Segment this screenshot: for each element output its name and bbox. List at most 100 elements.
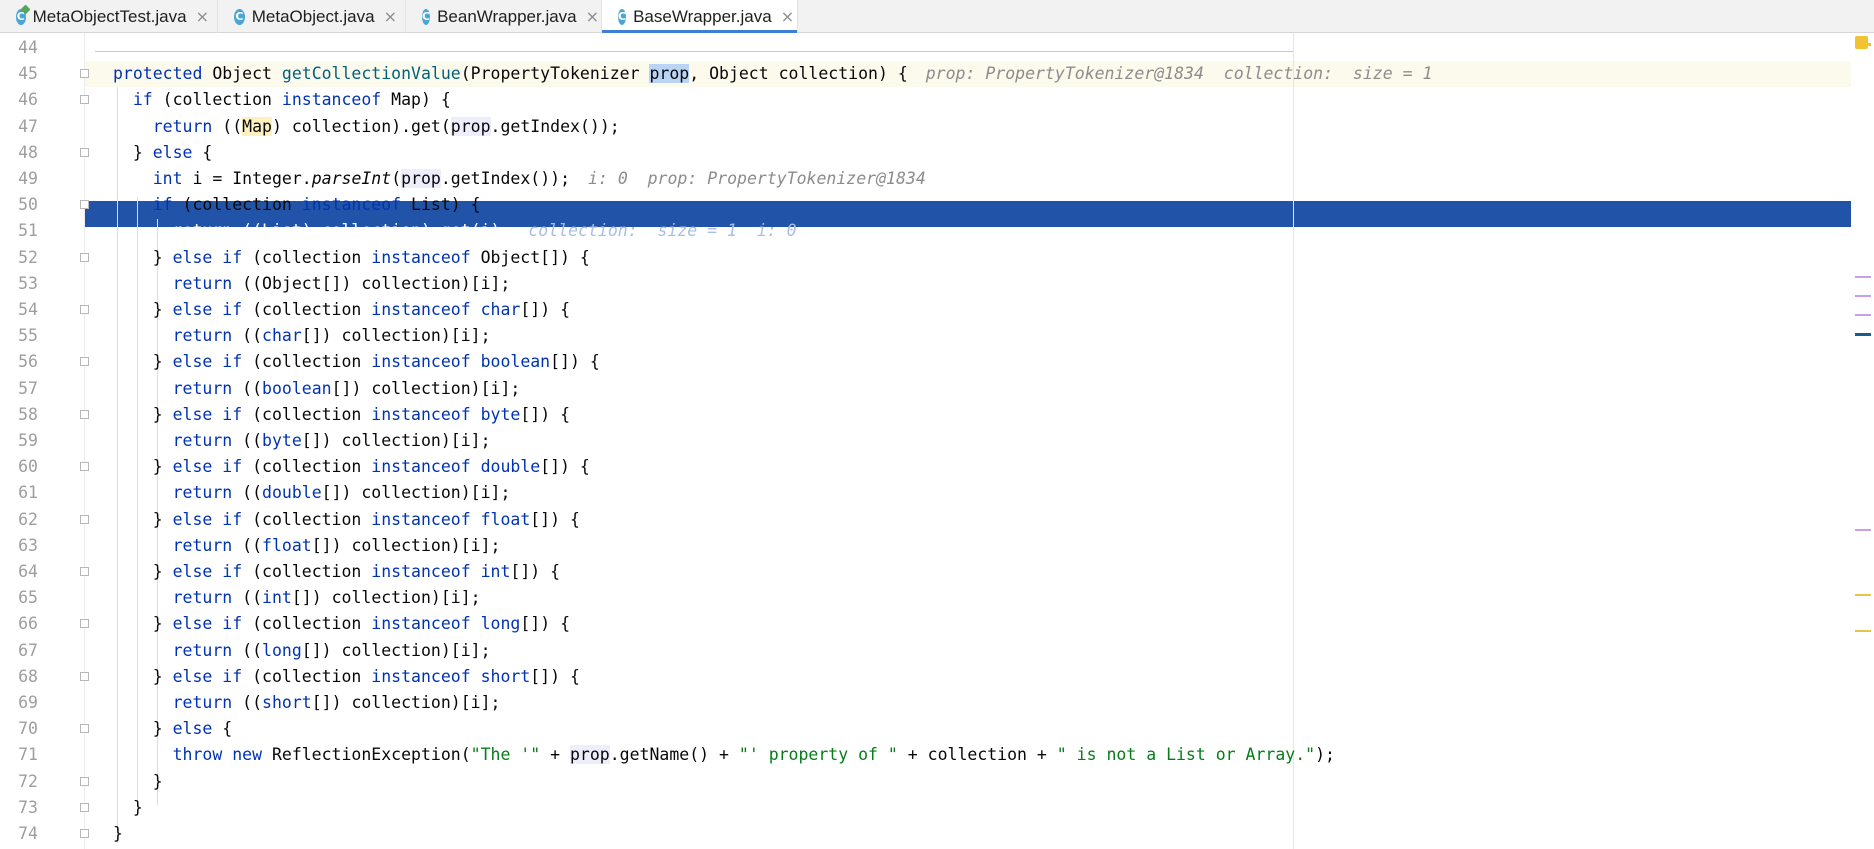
line-number[interactable]: 68 <box>0 664 38 690</box>
line-number[interactable]: 55 <box>0 323 38 349</box>
code-line[interactable]: 74} <box>0 821 1851 847</box>
code-line[interactable]: 56 } else if (collection instanceof bool… <box>0 349 1851 375</box>
fold-marker-icon[interactable] <box>80 305 89 314</box>
fold-marker-icon[interactable] <box>80 69 89 79</box>
close-icon[interactable]: × <box>781 7 794 26</box>
code-text[interactable]: } else { <box>113 716 233 742</box>
line-number[interactable]: 47 <box>0 114 38 140</box>
code-line[interactable]: 45 protected Object getCollectionValue(Pr… <box>0 61 1851 87</box>
code-line[interactable]: 63 return ((float[]) collection)[i]; <box>0 533 1851 559</box>
fold-marker-icon[interactable] <box>80 619 89 629</box>
line-number[interactable]: 46 <box>0 87 38 113</box>
line-number[interactable]: 70 <box>0 716 38 742</box>
code-line[interactable]: 68 } else if (collection instanceof shor… <box>0 664 1851 690</box>
line-number[interactable]: 45 <box>0 61 38 87</box>
code-text[interactable]: } else if (collection instanceof int[]) … <box>113 559 560 585</box>
code-text[interactable]: return ((byte[]) collection)[i]; <box>113 428 491 454</box>
fold-marker-icon[interactable] <box>80 200 89 210</box>
fold-marker-icon[interactable] <box>80 724 89 734</box>
code-line[interactable]: 65 return ((int[]) collection)[i]; <box>0 585 1851 611</box>
code-editor[interactable]: 44 45 protected Object getCollectionValue(… <box>0 33 1874 849</box>
code-line[interactable]: 71 throw new ReflectionException("The '"… <box>0 742 1851 768</box>
editor-scrollbar[interactable] <box>1851 33 1874 849</box>
line-number[interactable]: 52 <box>0 245 38 271</box>
code-line[interactable]: 46 if (collection instanceof Map) { <box>0 87 1851 113</box>
code-text[interactable]: } else if (collection instanceof float[]… <box>113 507 580 533</box>
code-line[interactable]: 67 return ((long[]) collection)[i]; <box>0 638 1851 664</box>
code-line[interactable]: 54 } else if (collection instanceof char… <box>0 297 1851 323</box>
code-line[interactable]: 48 } else { <box>0 140 1851 166</box>
code-text[interactable]: } else if (collection instanceof double[… <box>113 454 590 480</box>
line-number[interactable]: 56 <box>0 349 38 375</box>
code-text[interactable]: } else if (collection instanceof long[])… <box>113 611 570 637</box>
close-icon[interactable]: × <box>384 7 397 26</box>
line-number[interactable]: 50 <box>0 192 38 218</box>
line-number[interactable]: 60 <box>0 454 38 480</box>
usage-marker[interactable] <box>1855 529 1871 531</box>
code-text[interactable]: } else if (collection instanceof boolean… <box>113 349 600 375</box>
code-text[interactable]: return ((boolean[]) collection)[i]; <box>113 376 521 402</box>
line-number[interactable]: 65 <box>0 585 38 611</box>
code-text[interactable]: return ((char[]) collection)[i]; <box>113 323 491 349</box>
tab-basewrapper[interactable]: C BaseWrapper.java × <box>602 0 798 34</box>
code-line[interactable]: 64 } else if (collection instanceof int[… <box>0 559 1851 585</box>
fold-marker-icon[interactable] <box>80 95 89 105</box>
warning-icon[interactable] <box>1855 36 1868 49</box>
tab-beanwrapper[interactable]: C BeanWrapper.java × <box>406 0 602 33</box>
code-line[interactable]: 66 } else if (collection instanceof long… <box>0 611 1851 637</box>
fold-marker-icon[interactable] <box>80 776 89 786</box>
code-text[interactable]: return ((Map) collection).get(prop.getIn… <box>113 114 620 140</box>
code-text[interactable]: if (collection instanceof List) { <box>113 192 481 218</box>
fold-marker-icon[interactable] <box>80 829 89 838</box>
code-text[interactable]: return ((short[]) collection)[i]; <box>113 690 501 716</box>
code-line[interactable]: 50 if (collection instanceof List) { <box>0 192 1851 218</box>
line-number[interactable]: 66 <box>0 611 38 637</box>
code-line[interactable]: 51 return ((List) collection).get(i); col… <box>0 218 1851 244</box>
caret-marker[interactable] <box>1855 333 1871 336</box>
code-text[interactable]: if (collection instanceof Map) { <box>113 87 451 113</box>
fold-marker-icon[interactable] <box>80 671 89 681</box>
code-text[interactable]: return ((List) collection).get(i); collec… <box>113 218 797 244</box>
code-text[interactable]: protected Object getCollectionValue(Prop… <box>113 61 1432 87</box>
code-text[interactable]: } else if (collection instanceof short[]… <box>113 664 580 690</box>
fold-marker-icon[interactable] <box>80 147 89 157</box>
fold-marker-icon[interactable] <box>80 514 89 524</box>
usage-marker[interactable] <box>1855 295 1871 297</box>
code-line[interactable]: 61 return ((double[]) collection)[i]; <box>0 480 1851 506</box>
code-line[interactable]: 55 return ((char[]) collection)[i]; <box>0 323 1851 349</box>
line-number[interactable]: 71 <box>0 742 38 768</box>
code-line[interactable]: 44 <box>0 35 1851 61</box>
code-line[interactable]: 58 } else if (collection instanceof byte… <box>0 402 1851 428</box>
line-number[interactable]: 74 <box>0 821 38 847</box>
code-text[interactable]: } else if (collection instanceof Object[… <box>113 245 590 271</box>
line-number[interactable]: 72 <box>0 769 38 795</box>
line-number[interactable]: 51 <box>0 218 38 244</box>
fold-marker-icon[interactable] <box>80 357 89 367</box>
fold-marker-icon[interactable] <box>80 252 89 262</box>
fold-marker-icon[interactable] <box>80 802 89 812</box>
line-number[interactable]: 49 <box>0 166 38 192</box>
line-number[interactable]: 67 <box>0 638 38 664</box>
line-number[interactable]: 59 <box>0 428 38 454</box>
code-line[interactable]: 47 return ((Map) collection).get(prop.ge… <box>0 114 1851 140</box>
code-text[interactable]: } <box>113 795 143 821</box>
code-text[interactable]: } else if (collection instanceof byte[])… <box>113 402 570 428</box>
code-line[interactable]: 52 } else if (collection instanceof Obje… <box>0 245 1851 271</box>
code-line[interactable]: 59 return ((byte[]) collection)[i]; <box>0 428 1851 454</box>
code-text[interactable]: return ((double[]) collection)[i]; <box>113 480 511 506</box>
usage-marker[interactable] <box>1855 314 1871 316</box>
tab-metaobject[interactable]: C MetaObject.java × <box>218 0 406 33</box>
code-line[interactable]: 60 } else if (collection instanceof doub… <box>0 454 1851 480</box>
code-line[interactable]: 73 } <box>0 795 1851 821</box>
code-text[interactable]: return ((long[]) collection)[i]; <box>113 638 491 664</box>
fold-marker-icon[interactable] <box>80 567 89 576</box>
code-line[interactable]: 62 } else if (collection instanceof floa… <box>0 507 1851 533</box>
code-line[interactable]: 49 int i = Integer.parseInt(prop.getInde… <box>0 166 1851 192</box>
line-number[interactable]: 54 <box>0 297 38 323</box>
code-text[interactable]: return ((Object[]) collection)[i]; <box>113 271 511 297</box>
code-text[interactable]: } <box>113 821 123 847</box>
code-line[interactable]: 70 } else { <box>0 716 1851 742</box>
close-icon[interactable]: × <box>196 7 209 26</box>
code-line[interactable]: 53 return ((Object[]) collection)[i]; <box>0 271 1851 297</box>
code-text[interactable]: return ((float[]) collection)[i]; <box>113 533 501 559</box>
